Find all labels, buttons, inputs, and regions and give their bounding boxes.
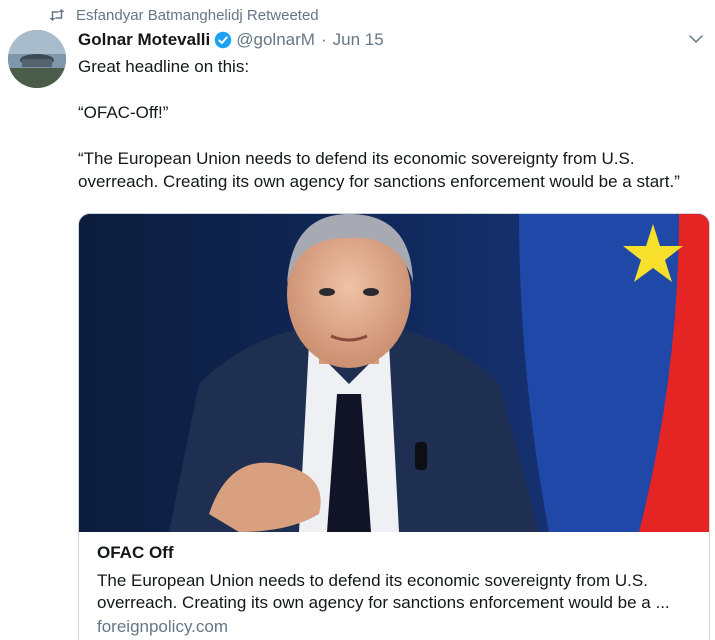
tweet-paragraph: “The European Union needs to defend its … xyxy=(78,149,680,191)
card-domain[interactable]: foreignpolicy.com xyxy=(97,616,691,638)
tweet-text: Great headline on this: “OFAC-Off!” “The… xyxy=(78,55,708,216)
retweet-label[interactable]: Esfandyar Batmanghelidj Retweeted xyxy=(76,7,319,24)
separator-dot: · xyxy=(320,30,327,49)
retweet-icon xyxy=(49,9,65,21)
card-body: OFAC Off The European Union needs to def… xyxy=(79,532,709,638)
tweet-date[interactable]: Jun 15 xyxy=(333,30,384,50)
card-photo xyxy=(79,214,709,532)
tweet-paragraph: Great headline on this: xyxy=(78,57,250,76)
tweet-header: Golnar Motevalli @golnarM · Jun 15 xyxy=(78,28,384,52)
link-card[interactable]: OFAC Off The European Union needs to def… xyxy=(78,213,710,640)
tweet-paragraph: “OFAC-Off!” xyxy=(78,103,169,122)
display-name[interactable]: Golnar Motevalli xyxy=(78,30,210,50)
verified-badge-icon xyxy=(215,31,232,49)
avatar[interactable] xyxy=(8,30,66,88)
retweet-context: Esfandyar Batmanghelidj Retweeted xyxy=(48,4,319,26)
tweet[interactable]: Esfandyar Batmanghelidj Retweeted Golnar… xyxy=(0,0,715,640)
chevron-down-icon[interactable] xyxy=(687,30,705,48)
card-title[interactable]: OFAC Off xyxy=(97,542,691,564)
card-description: The European Union needs to defend its e… xyxy=(97,571,670,612)
avatar-image xyxy=(8,30,66,88)
user-handle[interactable]: @golnarM xyxy=(236,30,315,50)
card-image[interactable] xyxy=(79,214,709,532)
